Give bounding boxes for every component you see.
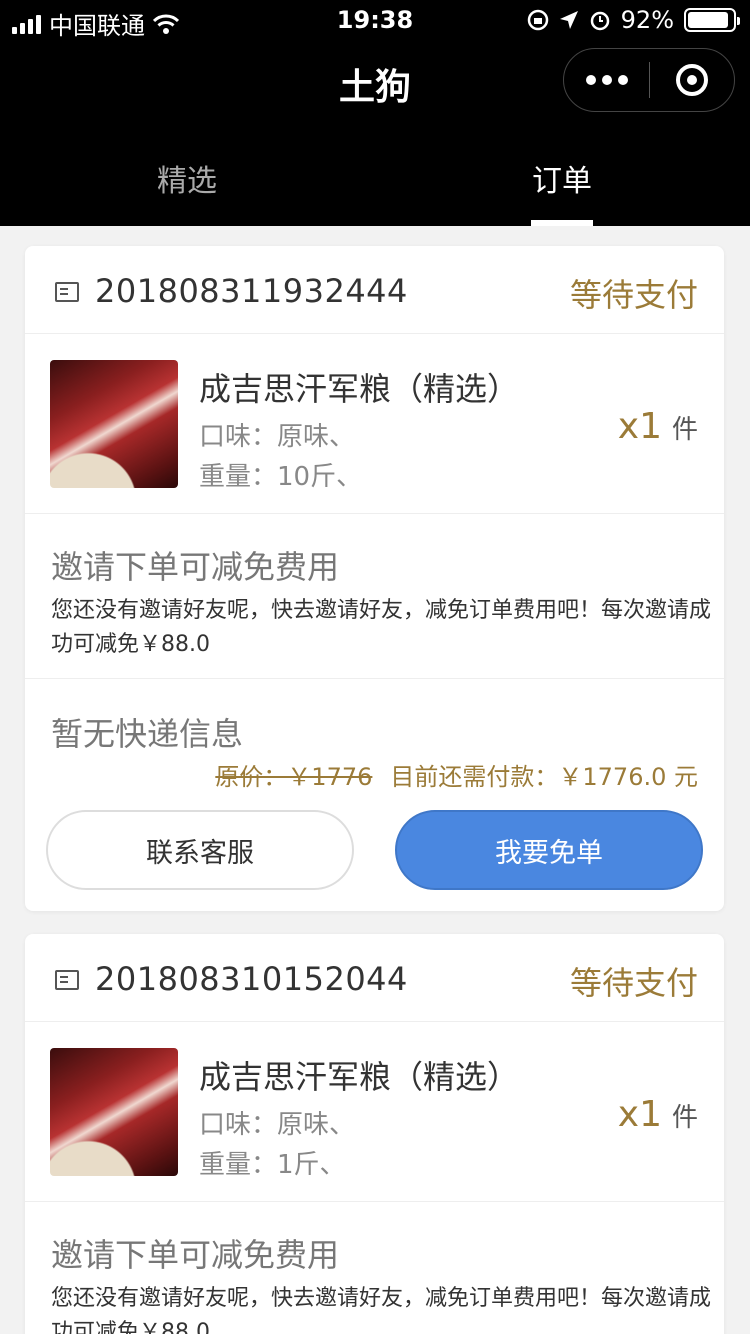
location-icon (559, 11, 578, 29)
battery-percent: 92% (620, 6, 674, 34)
product-flavor: 口味：原味、 (199, 422, 356, 452)
close-icon[interactable] (650, 64, 734, 96)
rotation-lock-icon (527, 9, 548, 31)
alarm-icon (590, 11, 609, 31)
invite-title: 邀请下单可减免费用 (51, 1236, 340, 1274)
amount-due: 目前还需付款：￥1776.0 元 (390, 763, 698, 791)
product-quantity: x1 件 (618, 406, 698, 447)
product-name: 成吉思汗军粮（精选） (199, 370, 520, 408)
quantity-unit: 件 (671, 1103, 698, 1133)
quantity-unit: 件 (671, 415, 698, 445)
mini-program-capsule (563, 48, 735, 112)
product-weight: 重量：1斤、 (199, 1150, 346, 1180)
tab-featured[interactable]: 精选 (87, 156, 287, 200)
invite-section: 邀请下单可减免费用 您还没有邀请好友呢，快去邀请好友，减免订单费用吧！每次邀请成… (25, 514, 724, 679)
tab-active-indicator (531, 220, 593, 226)
product-image (50, 360, 178, 488)
product-name: 成吉思汗军粮（精选） (199, 1058, 520, 1096)
order-icon (55, 970, 79, 990)
status-right: 92% (527, 6, 740, 34)
product-quantity: x1 件 (618, 1094, 698, 1135)
tab-bar: 精选 订单 (0, 140, 750, 226)
shipping-info: 暂无快递信息 (51, 715, 244, 753)
order-number: 201808311932444 (95, 272, 408, 310)
quantity-value: x1 (617, 1094, 662, 1135)
product-image (50, 1048, 178, 1176)
tab-orders[interactable]: 订单 (462, 156, 662, 200)
original-price: 原价：￥1776 (215, 763, 373, 791)
quantity-value: x1 (617, 406, 662, 447)
order-card: 201808310152044 等待支付 成吉思汗军粮（精选） 口味：原味、 重… (25, 934, 724, 1334)
more-icon[interactable] (564, 75, 649, 85)
invite-section: 邀请下单可减免费用 您还没有邀请好友呢，快去邀请好友，减免订单费用吧！每次邀请成… (25, 1202, 724, 1334)
order-icon (55, 282, 79, 302)
order-status: 等待支付 (569, 964, 698, 1002)
shipping-section: 暂无快递信息 原价：￥1776 目前还需付款：￥1776.0 元 联系客服 我要免… (25, 679, 724, 911)
invite-title: 邀请下单可减免费用 (51, 548, 340, 586)
order-number: 201808310152044 (95, 960, 408, 998)
price-line: 原价：￥1776 目前还需付款：￥1776.0 元 (215, 757, 698, 792)
product-flavor: 口味：原味、 (199, 1110, 356, 1140)
status-bar: 中国联通 19:38 92% (0, 0, 750, 40)
order-header: 201808310152044 等待支付 (25, 934, 724, 1022)
order-header: 201808311932444 等待支付 (25, 246, 724, 334)
app-header: 中国联通 19:38 92% 土狗 精选 订单 (0, 0, 750, 226)
free-order-button[interactable]: 我要免单 (395, 810, 703, 890)
order-status: 等待支付 (569, 276, 698, 314)
product-row[interactable]: 成吉思汗军粮（精选） 口味：原味、 重量：1斤、 x1 件 (25, 1022, 724, 1202)
product-weight: 重量：10斤、 (199, 462, 363, 492)
product-row[interactable]: 成吉思汗军粮（精选） 口味：原味、 重量：10斤、 x1 件 (25, 334, 724, 514)
order-card: 201808311932444 等待支付 成吉思汗军粮（精选） 口味：原味、 重… (25, 246, 724, 911)
invite-description: 您还没有邀请好友呢，快去邀请好友，减免订单费用吧！每次邀请成功可减免￥88.0 (51, 1286, 712, 1334)
invite-description: 您还没有邀请好友呢，快去邀请好友，减免订单费用吧！每次邀请成功可减免￥88.0 (51, 598, 712, 657)
battery-icon (684, 8, 740, 32)
contact-service-button[interactable]: 联系客服 (46, 810, 354, 890)
